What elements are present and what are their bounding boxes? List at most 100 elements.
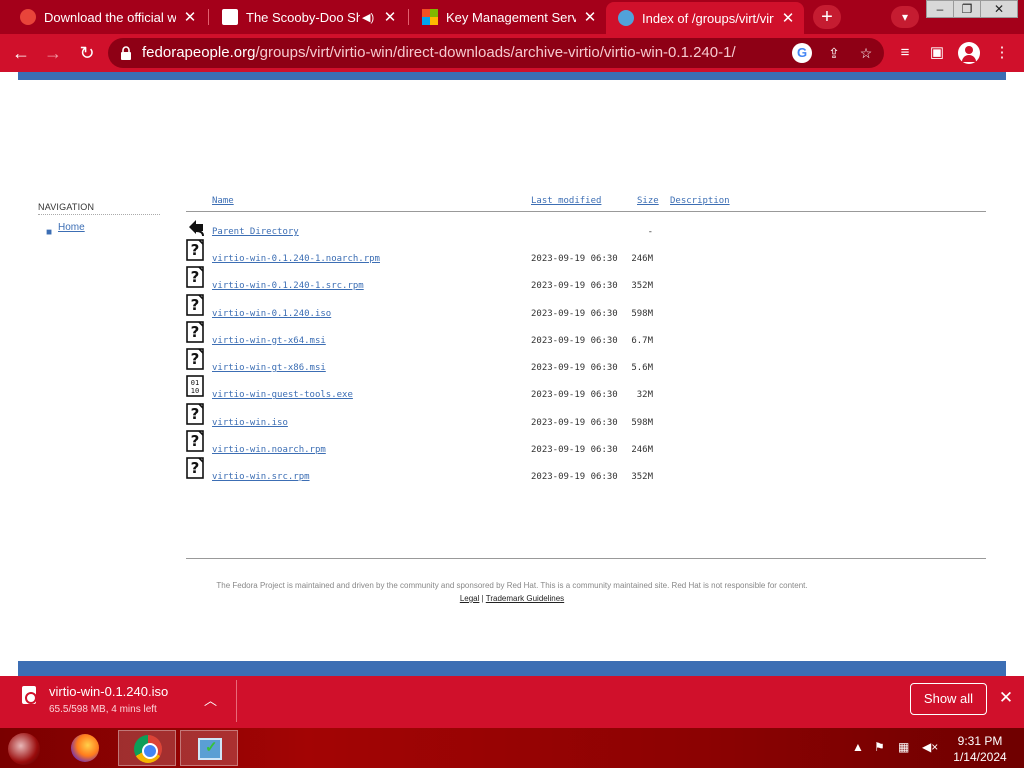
file-modified: 2023-09-19 06:30 xyxy=(531,363,618,373)
file-link[interactable]: virtio-win.src.rpm xyxy=(212,472,310,482)
tab-search-chevron-icon[interactable]: ▾ xyxy=(891,6,919,28)
tab-index-of-virt[interactable]: Index of /groups/virt/virti ✕ xyxy=(606,2,804,34)
side-panel-icon[interactable]: ▣ xyxy=(926,42,948,64)
back-arrow-icon[interactable]: ← xyxy=(9,41,33,65)
file-row: ? virtio-win-0.1.240-1.src.rpm 2023-09-19 … xyxy=(186,266,986,297)
column-header-name[interactable]: Name xyxy=(212,196,234,206)
close-tab-icon[interactable]: ✕ xyxy=(582,8,598,26)
audio-playing-icon[interactable]: ◀) xyxy=(362,11,376,24)
svg-text:?: ? xyxy=(191,268,200,286)
close-tab-icon[interactable]: ✕ xyxy=(382,8,398,26)
clock-date: 1/14/2024 xyxy=(953,750,1007,764)
file-size: 352M xyxy=(631,281,653,292)
file-link[interactable]: virtio-win-0.1.240-1.src.rpm xyxy=(212,281,364,291)
tab-download-official[interactable]: Download the official win ✕ xyxy=(8,2,206,32)
legal-link[interactable]: Legal xyxy=(460,594,480,603)
kebab-menu-icon[interactable]: ⋮ xyxy=(991,42,1013,64)
download-filename[interactable]: virtio-win-0.1.240.iso xyxy=(49,684,168,699)
tab-scooby-doo[interactable]: The Scooby-Doo Sho ◀) ✕ xyxy=(210,2,406,32)
show-hidden-icons-icon[interactable]: ▲ xyxy=(852,740,864,754)
show-all-button[interactable]: Show all xyxy=(910,683,987,715)
svg-text:?: ? xyxy=(191,241,200,259)
new-tab-button[interactable]: + xyxy=(813,5,841,29)
browser-toolbar: ← → ↻ fedorapeople.org/groups/virt/virti… xyxy=(0,34,1024,72)
file-size: 6.7M xyxy=(631,335,653,346)
file-size: - xyxy=(647,227,653,237)
volume-muted-icon[interactable]: ◀× xyxy=(922,740,938,754)
chevron-up-icon[interactable]: ︿ xyxy=(204,690,217,709)
close-tab-icon[interactable]: ✕ xyxy=(182,8,198,26)
lock-icon xyxy=(121,46,131,60)
close-tab-icon[interactable]: ✕ xyxy=(780,9,796,27)
firefox-icon xyxy=(71,734,99,762)
file-link[interactable]: virtio-win-gt-x86.msi xyxy=(212,363,326,373)
taskbar-firefox[interactable] xyxy=(56,730,114,766)
share-icon[interactable]: ⇪ xyxy=(824,43,844,63)
download-file-icon xyxy=(22,686,37,704)
file-size: 5.6M xyxy=(631,363,653,373)
file-size: 598M xyxy=(631,417,653,428)
chrome-icon xyxy=(134,735,162,763)
file-modified: 2023-09-19 06:30 xyxy=(531,417,618,428)
file-row: ? virtio-win-gt-x64.msi 2023-09-19 06:30 6.… xyxy=(186,320,986,352)
svg-text:10: 10 xyxy=(191,387,199,395)
unknown-file-icon: ? xyxy=(186,293,204,316)
restore-button[interactable]: ❐ xyxy=(953,0,981,18)
network-icon[interactable]: ▦ xyxy=(898,740,909,754)
taskbar-chrome[interactable] xyxy=(118,730,176,766)
reload-icon[interactable]: ↻ xyxy=(75,41,99,65)
bookmark-star-icon[interactable]: ☆ xyxy=(856,43,876,63)
profile-icon[interactable] xyxy=(958,42,980,64)
file-link[interactable]: virtio-win-gt-x64.msi xyxy=(212,336,326,346)
svg-text:?: ? xyxy=(191,405,200,423)
fedora-favicon-icon xyxy=(618,10,634,26)
taskbar-app[interactable] xyxy=(180,730,238,766)
file-link[interactable]: virtio-win-0.1.240.iso xyxy=(212,309,331,319)
divider xyxy=(186,558,986,559)
divider xyxy=(38,214,160,215)
system-clock[interactable]: 9:31 PM 1/14/2024 xyxy=(948,733,1012,765)
unknown-file-icon: ? xyxy=(186,429,204,452)
google-lens-icon[interactable]: G xyxy=(792,43,812,63)
minimize-button[interactable]: – xyxy=(926,0,954,18)
url-host: fedorapeople.org xyxy=(142,44,256,61)
divider xyxy=(236,680,237,722)
forward-arrow-icon[interactable]: → xyxy=(41,41,65,65)
tab-key-management[interactable]: Key Management Service ✕ xyxy=(410,2,606,32)
media-control-icon[interactable]: ≡ xyxy=(894,42,916,64)
unknown-file-icon: ? xyxy=(186,320,204,343)
file-link[interactable]: virtio-win-guest-tools.exe xyxy=(212,390,353,400)
start-button[interactable] xyxy=(8,733,40,765)
column-header-last-modified[interactable]: Last modified xyxy=(531,196,601,206)
file-link[interactable]: virtio-win.noarch.rpm xyxy=(212,445,326,455)
bullet: ■ xyxy=(46,227,53,238)
svg-text:?: ? xyxy=(191,459,200,477)
download-bar: virtio-win-0.1.240.iso 65.5/598 MB, 4 mi… xyxy=(0,676,1024,728)
column-header-description[interactable]: Description xyxy=(670,196,730,206)
address-bar[interactable]: fedorapeople.org/groups/virt/virtio-win/… xyxy=(108,38,884,68)
file-link[interactable]: virtio-win.iso xyxy=(212,418,288,428)
unknown-file-icon: ? xyxy=(186,266,204,289)
file-size: 246M xyxy=(631,444,653,455)
file-row: 01 10 virtio-win-guest-tools.exe 2023-09-19… xyxy=(186,375,986,406)
parent-directory-link[interactable]: Parent Directory xyxy=(212,227,299,237)
footer-band xyxy=(18,661,1006,676)
file-size: 246M xyxy=(631,254,653,264)
header-band xyxy=(18,72,1006,80)
trademark-guidelines-link[interactable]: Trademark Guidelines xyxy=(486,594,564,603)
flag-icon[interactable]: ⚑ xyxy=(874,740,885,754)
nav-link-home[interactable]: Home xyxy=(58,222,85,233)
footer-links: Legal | Trademark Guidelines xyxy=(0,594,1024,603)
close-download-bar-icon[interactable]: ✕ xyxy=(996,688,1016,708)
file-row: ? virtio-win-0.1.240.iso 2023-09-19 06:30 5… xyxy=(186,293,986,325)
url-path: /groups/virt/virtio-win/direct-downloads… xyxy=(255,44,736,61)
file-link[interactable]: virtio-win-0.1.240-1.noarch.rpm xyxy=(212,254,380,264)
footer-text: The Fedora Project is maintained and dri… xyxy=(216,581,808,590)
close-window-button[interactable]: ✕ xyxy=(980,0,1018,18)
unknown-file-icon: ? xyxy=(186,348,204,370)
file-row: ? virtio-win.src.rpm 2023-09-19 06:30 352M xyxy=(186,457,986,488)
column-header-size[interactable]: Size xyxy=(637,196,659,206)
file-modified: 2023-09-19 06:30 xyxy=(531,281,618,292)
url-text[interactable]: fedorapeople.org/groups/virt/virtio-win/… xyxy=(142,44,736,61)
browser-window: Download the official win ✕ The Scooby-D… xyxy=(0,0,1024,768)
